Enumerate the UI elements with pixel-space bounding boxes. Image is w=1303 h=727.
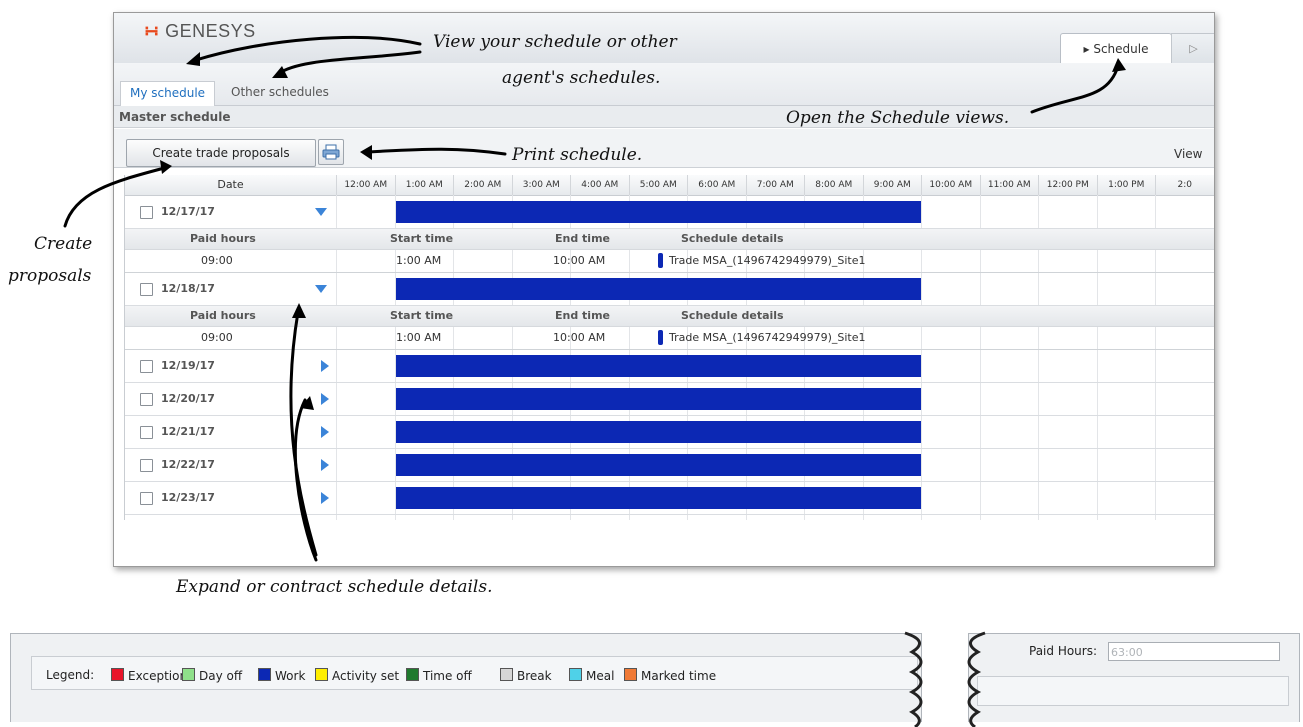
note-view-schedules-2: agent's schedules. — [502, 68, 661, 88]
annotation-arrows — [63, 35, 1126, 727]
note-open-views: Open the Schedule views. — [786, 108, 1010, 128]
note-create-2: proposals — [8, 266, 92, 286]
note-create-1: Create — [34, 234, 93, 254]
note-print: Print schedule. — [512, 145, 643, 165]
note-view-schedules-1: View your schedule or other — [433, 32, 677, 52]
note-expand: Expand or contract schedule details. — [176, 577, 493, 597]
